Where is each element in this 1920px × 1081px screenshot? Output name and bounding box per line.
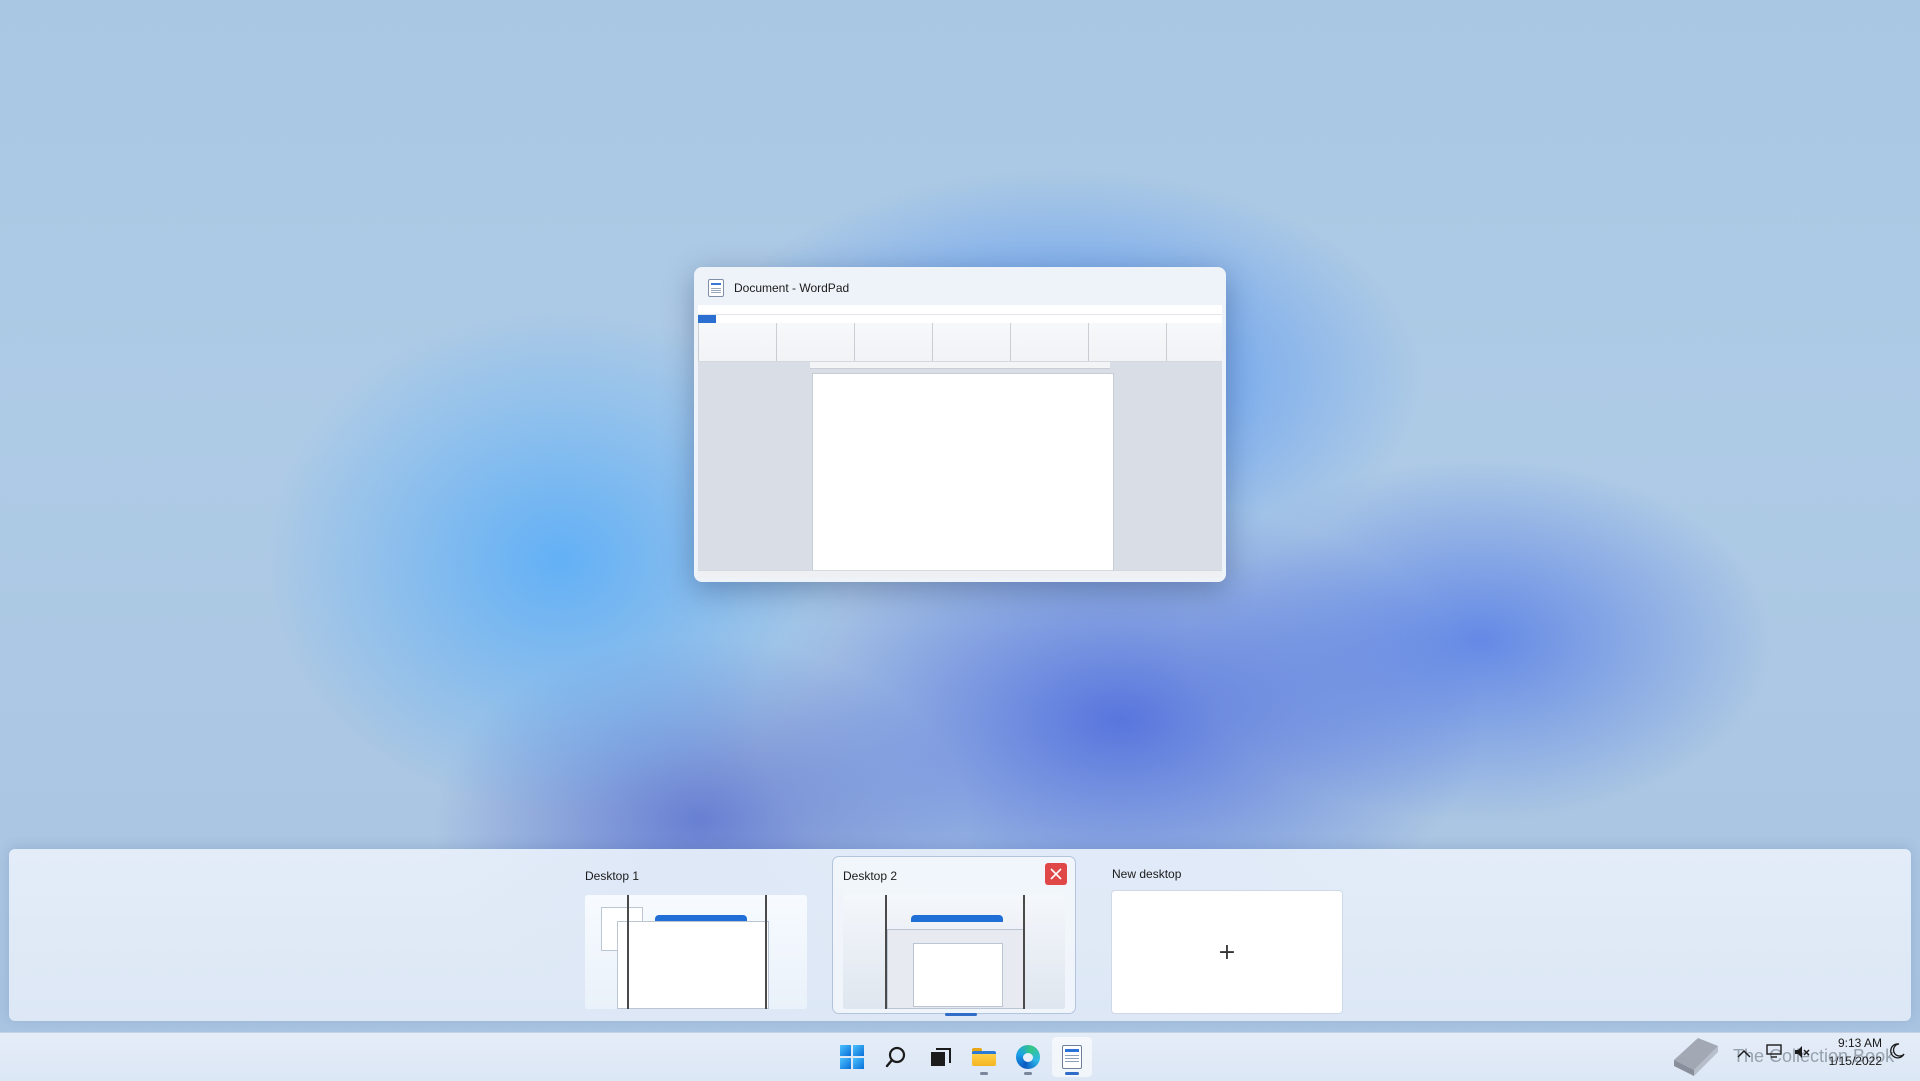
chevron-up-icon [1737, 1049, 1751, 1058]
preview-titlebar [698, 305, 1222, 315]
close-desktop-button[interactable] [1045, 863, 1067, 885]
show-hidden-icons-button[interactable] [1737, 1046, 1751, 1062]
window-title-bar: Document - WordPad [708, 277, 849, 299]
taskbar-pinned-apps [832, 1037, 1092, 1077]
window-preview [698, 305, 1222, 578]
focus-assist-icon[interactable] [1888, 1042, 1906, 1060]
clock[interactable]: 9:13 AM 1/15/2022 [1820, 1034, 1882, 1070]
preview-ribbon [698, 323, 1222, 362]
edge-button[interactable] [1008, 1037, 1048, 1077]
edge-icon [1016, 1045, 1040, 1069]
search-icon [885, 1046, 906, 1068]
taskbar [0, 1032, 1920, 1081]
virtual-desktops-bar: Desktop 1 Desktop 2 New desktop + [9, 849, 1911, 1021]
desktop-2-label: Desktop 2 [843, 869, 898, 883]
preview-ribbon-tabs [698, 315, 1222, 323]
wordpad-window-thumbnail[interactable]: Document - WordPad [694, 267, 1226, 582]
preview-status-bar [698, 570, 1222, 578]
preview-document-page [812, 373, 1114, 575]
window-title: Document - WordPad [734, 281, 850, 295]
search-button[interactable] [876, 1037, 916, 1077]
volume-muted-icon[interactable] [1793, 1044, 1811, 1060]
desktop-1[interactable]: Desktop 1 [575, 857, 817, 1013]
file-explorer-icon [972, 1048, 996, 1066]
task-view-icon [931, 1048, 951, 1066]
clock-time: 9:13 AM [1837, 1036, 1882, 1050]
clock-date: 1/15/2022 [1828, 1054, 1882, 1068]
task-view-button[interactable] [920, 1037, 960, 1077]
wordpad-icon [708, 279, 724, 297]
new-desktop[interactable]: New desktop + [1102, 857, 1344, 1013]
desktop-2-preview [843, 895, 1065, 1009]
start-icon [840, 1045, 864, 1069]
new-desktop-button[interactable]: + [1112, 891, 1342, 1013]
book-icon [1674, 1038, 1718, 1076]
new-desktop-label: New desktop [1112, 867, 1182, 881]
active-desktop-indicator [945, 1013, 977, 1016]
desktop-1-label: Desktop 1 [585, 869, 640, 883]
preview-ruler [810, 362, 1110, 369]
wordpad-icon [1062, 1045, 1082, 1069]
plus-icon: + [1217, 939, 1237, 965]
file-explorer-button[interactable] [964, 1037, 1004, 1077]
network-icon[interactable] [1766, 1044, 1784, 1058]
wordpad-taskbar-button[interactable] [1052, 1037, 1092, 1077]
start-button[interactable] [832, 1037, 872, 1077]
desktop-1-preview [585, 895, 807, 1009]
close-icon [1050, 868, 1062, 880]
desktop-2[interactable]: Desktop 2 [833, 857, 1075, 1016]
